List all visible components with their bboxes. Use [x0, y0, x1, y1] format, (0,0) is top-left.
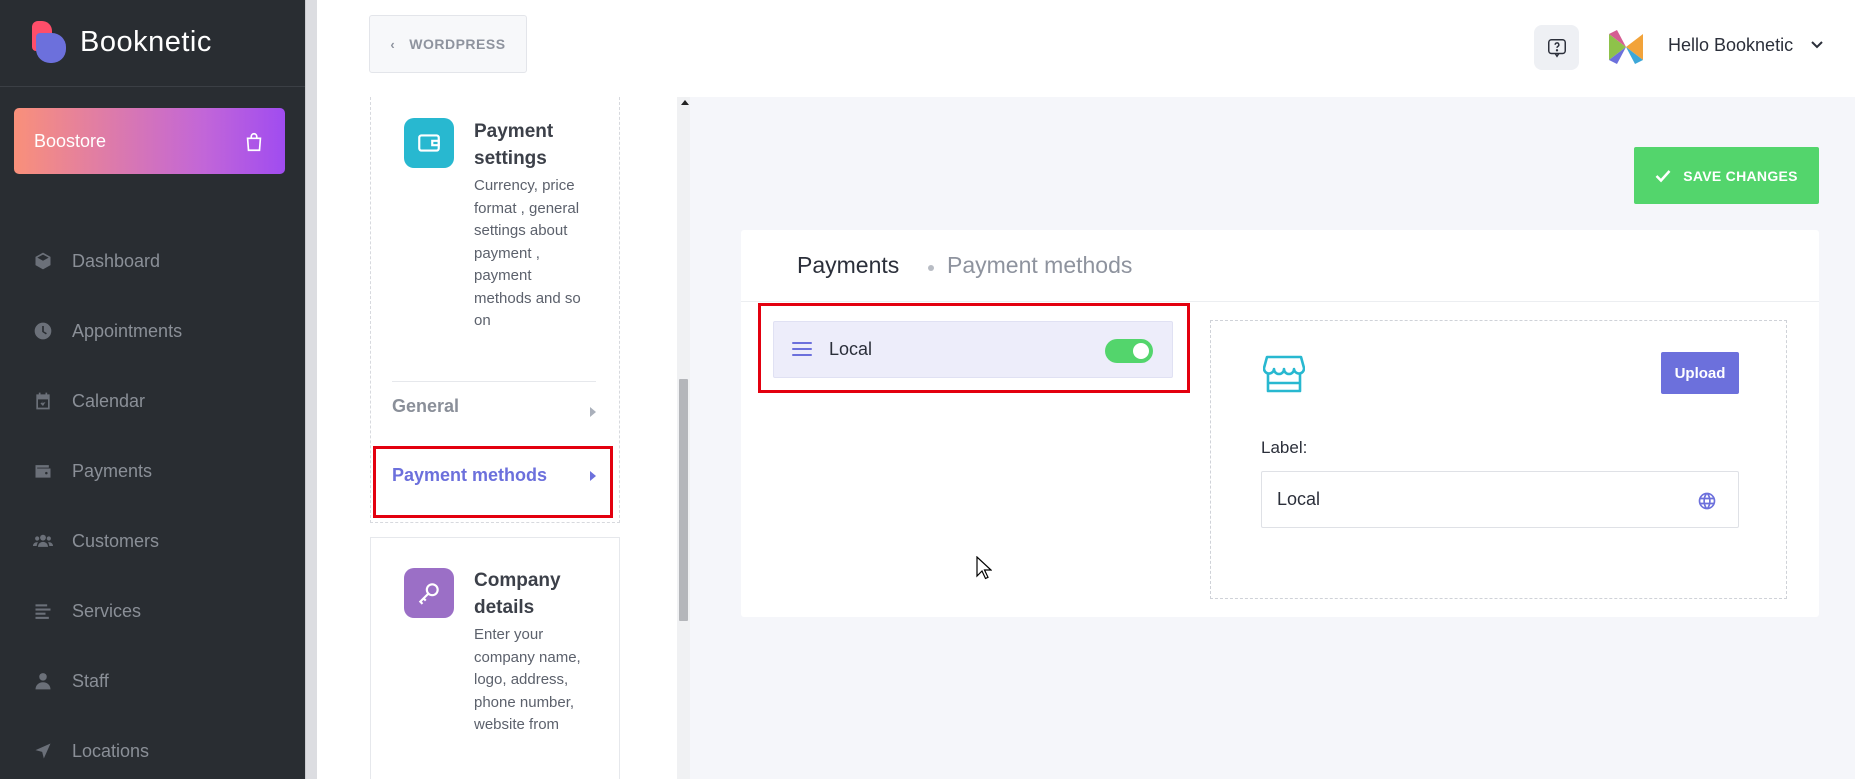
settings-scrollbar-thumb[interactable]: [679, 379, 688, 621]
sidebar-nav: Dashboard Appointments Calendar Payments…: [0, 226, 305, 779]
back-to-wordpress-button[interactable]: ‹ WORDPRESS: [369, 15, 527, 73]
help-button[interactable]: [1534, 25, 1579, 70]
payment-method-detail-panel: Upload Label:: [1210, 320, 1787, 599]
payment-method-toggle[interactable]: [1105, 339, 1153, 363]
sidebar-item-calendar[interactable]: Calendar: [0, 366, 305, 436]
wallet-icon: [404, 118, 454, 168]
toggle-knob: [1133, 343, 1149, 359]
sidebar-item-staff[interactable]: Staff: [0, 646, 305, 716]
cube-icon: [32, 250, 54, 272]
check-icon: [1655, 169, 1671, 182]
help-chat-icon: [1547, 38, 1566, 58]
sidebar-item-label: Staff: [72, 670, 109, 691]
sidebar-item-locations[interactable]: Locations: [0, 716, 305, 779]
key-icon: [404, 568, 454, 618]
label-input[interactable]: [1261, 471, 1739, 528]
sidebar-item-label: Locations: [72, 740, 150, 761]
drag-handle-icon[interactable]: [792, 342, 812, 356]
sidebar-item-label: Calendar: [72, 390, 146, 411]
breadcrumb-current: Payment methods: [947, 252, 1133, 278]
sidebar-item-label: Services: [72, 600, 142, 621]
calendar-icon: [32, 390, 54, 412]
brand-name: Booknetic: [80, 25, 212, 58]
list-icon: [32, 600, 54, 622]
breadcrumb-separator: [928, 265, 934, 271]
save-changes-label: SAVE CHANGES: [1683, 167, 1798, 184]
sidebar-item-label: Customers: [72, 530, 160, 551]
settings-subitem-payment-methods[interactable]: Payment methods: [392, 465, 547, 486]
divider: [392, 381, 596, 382]
boostore-button[interactable]: Boostore: [14, 108, 285, 174]
sidebar-item-label: Payments: [72, 460, 153, 481]
wallet-icon: [32, 460, 54, 482]
upload-button[interactable]: Upload: [1661, 352, 1739, 394]
payment-settings-description: Currency, price format , general setting…: [474, 177, 581, 329]
boostore-label: Boostore: [34, 130, 107, 151]
sidebar-item-customers[interactable]: Customers: [0, 506, 305, 576]
payment-method-row-local[interactable]: Local: [773, 321, 1173, 378]
caret-right-icon: [590, 471, 596, 481]
sidebar: Booknetic Boostore Dashboard Appointment…: [0, 0, 305, 779]
chevron-left-icon: ‹: [390, 36, 396, 52]
sidebar-item-services[interactable]: Services: [0, 576, 305, 646]
caret-right-icon: [590, 407, 596, 417]
company-details-description: Enter your company name, logo, address, …: [474, 626, 581, 733]
sidebar-divider: [0, 86, 305, 87]
globe-icon[interactable]: [1697, 491, 1717, 511]
sidebar-item-payments[interactable]: Payments: [0, 436, 305, 506]
shopping-bag-icon: [243, 131, 263, 152]
brand[interactable]: Booknetic: [32, 20, 212, 64]
payment-settings-title: Payment settings: [474, 121, 554, 169]
scroll-up-arrow-icon[interactable]: [681, 100, 689, 105]
mouse-cursor-icon: [976, 556, 992, 580]
user-avatar[interactable]: [1609, 30, 1643, 64]
clock-icon: [32, 320, 54, 342]
users-icon: [32, 530, 54, 552]
breadcrumb-title: Payments: [797, 252, 900, 278]
user-greeting[interactable]: Hello Booknetic: [1668, 35, 1793, 56]
label-caption: Label:: [1261, 438, 1308, 457]
top-bar: ‹ WORDPRESS Hello Booknetic: [317, 0, 1855, 97]
sidebar-item-label: Appointments: [72, 320, 183, 341]
save-changes-button[interactable]: SAVE CHANGES: [1634, 147, 1819, 204]
sidebar-item-appointments[interactable]: Appointments: [0, 296, 305, 366]
brand-logo-icon: [32, 21, 66, 63]
user-icon: [32, 670, 54, 692]
chevron-down-icon[interactable]: [1810, 38, 1824, 52]
divider: [741, 301, 1819, 302]
sidebar-splitter[interactable]: [305, 0, 317, 779]
sidebar-item-dashboard[interactable]: Dashboard: [0, 226, 305, 296]
back-to-wordpress-label: WORDPRESS: [409, 36, 506, 52]
store-icon: [1263, 355, 1305, 393]
location-arrow-icon: [32, 740, 54, 762]
settings-subitem-general[interactable]: General: [392, 396, 459, 417]
company-details-title: Company details: [474, 570, 561, 618]
sidebar-item-label: Dashboard: [72, 250, 161, 271]
payment-method-label: Local: [829, 339, 873, 359]
